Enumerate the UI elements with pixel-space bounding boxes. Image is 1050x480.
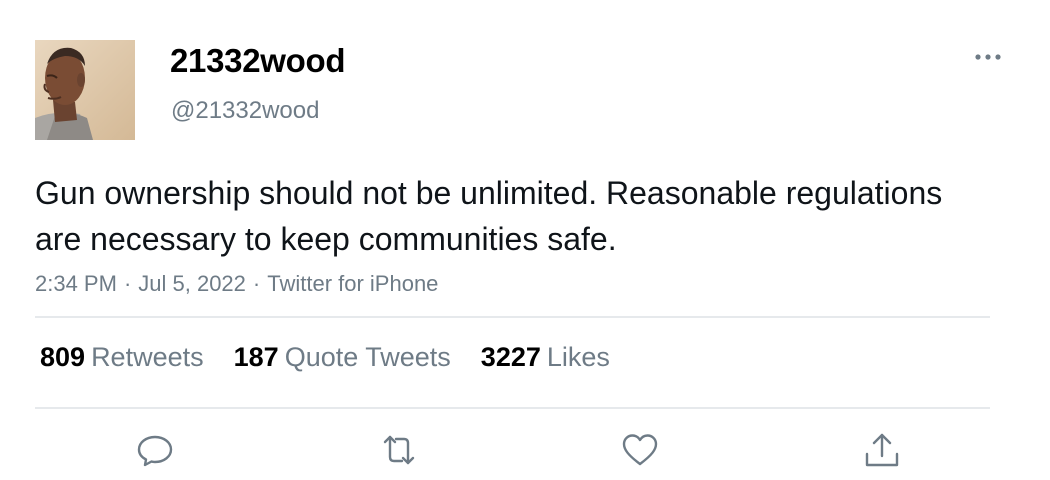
tweet-meta: 2:34 PM · Jul 5, 2022 · Twitter for iPhone	[35, 271, 438, 297]
divider	[35, 316, 990, 318]
like-icon[interactable]	[620, 430, 660, 470]
tweet-text: Gun ownership should not be unlimited. R…	[35, 175, 943, 257]
retweet-icon[interactable]	[379, 430, 419, 470]
share-icon[interactable]	[862, 430, 902, 470]
likes-stat[interactable]: 3227 Likes	[481, 342, 610, 373]
retweets-label: Retweets	[91, 342, 204, 372]
retweets-stat[interactable]: 809 Retweets	[40, 342, 204, 373]
avatar[interactable]	[35, 40, 135, 140]
separator: ·	[252, 271, 261, 296]
retweets-count: 809	[40, 342, 86, 372]
tweet-time[interactable]: 2:34 PM	[35, 271, 117, 296]
tweet-date[interactable]: Jul 5, 2022	[138, 271, 246, 296]
quote-tweets-label: Quote Tweets	[284, 342, 451, 372]
quote-tweets-count: 187	[233, 342, 279, 372]
likes-label: Likes	[546, 342, 610, 372]
likes-count: 3227	[480, 342, 541, 372]
divider	[35, 407, 990, 409]
quote-tweets-stat[interactable]: 187 Quote Tweets	[234, 342, 451, 373]
profile-photo-icon	[35, 40, 135, 140]
user-handle[interactable]: @21332wood	[171, 97, 319, 125]
tweet-source[interactable]: Twitter for iPhone	[267, 271, 438, 296]
display-name[interactable]: 21332wood	[170, 42, 346, 80]
separator: ·	[123, 271, 132, 296]
tweet-stats: 809 Retweets 187 Quote Tweets 3227 Likes	[40, 342, 640, 373]
tweet-card: 21332wood @21332wood Gun ownership shoul…	[0, 0, 1050, 480]
reply-icon[interactable]	[135, 430, 175, 470]
more-options-icon[interactable]	[972, 44, 1004, 70]
